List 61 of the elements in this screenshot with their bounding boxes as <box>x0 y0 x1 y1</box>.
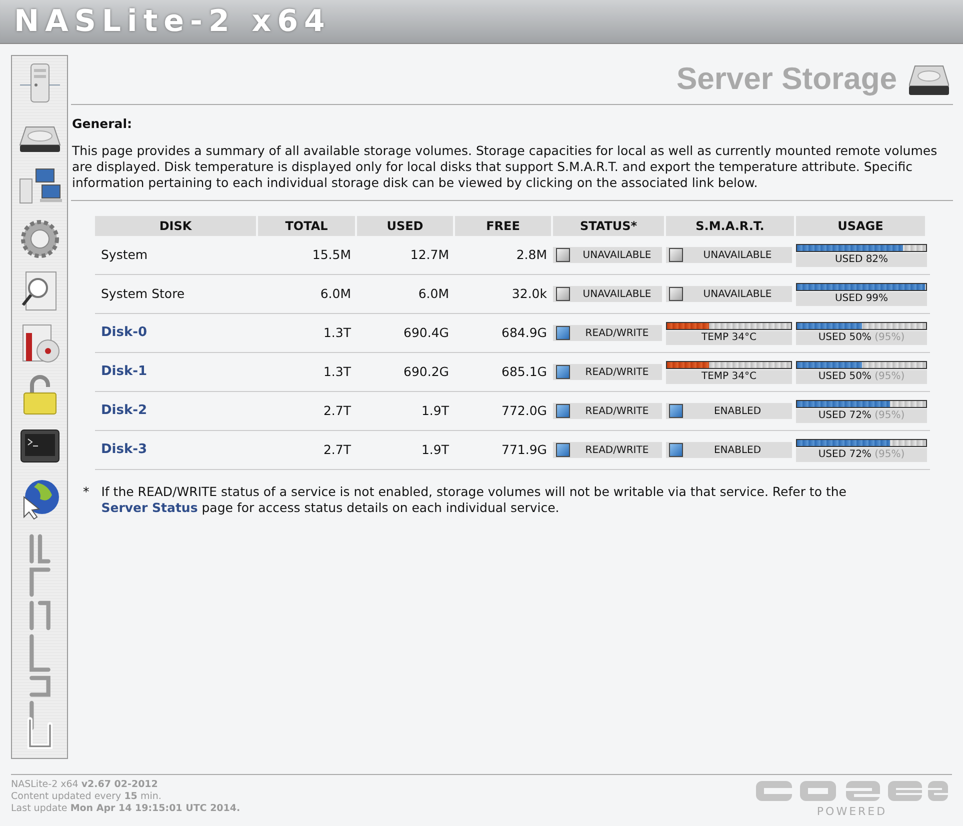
disk-link[interactable]: Disk-0 <box>101 325 148 340</box>
status-label: READ/WRITE <box>584 444 650 458</box>
disk-link[interactable]: Disk-3 <box>101 442 148 458</box>
footnote-text: If the READ/WRITE status of a service is not enabled, storage volumes will not be writable via that service. Refer to the Server Status page for access status details on each individual service. <box>101 484 848 516</box>
free-cell-text: 771.9G <box>500 440 548 459</box>
disk-link[interactable]: Disk-1 <box>101 364 148 380</box>
page-title: Server Storage <box>676 60 897 98</box>
description-text: This page provides a summary of all available storage volumes. Storage capacities for local as well as currently mounted remote volumes are displayed. Disk temperature is displayed only for local disks that support S.M.A.R.T. and export the temperature attribute. Specific information pertaining to each individual storage disk can be viewed by clicking on the associated link below. <box>72 143 938 191</box>
smart-label: ENABLED <box>712 444 762 458</box>
header-title: NASLite-2 x64 <box>14 3 331 41</box>
column-header: DISK <box>95 216 256 236</box>
total-cell-text: 2.7T <box>322 402 352 420</box>
section-heading: General: <box>72 116 133 132</box>
free-cell-text: 2.8M <box>515 246 548 264</box>
disk-name: System <box>101 246 148 262</box>
column-header: TOTAL <box>258 216 355 236</box>
used-cell-text: 12.7M <box>409 246 450 264</box>
column-header: S.M.A.R.T. <box>666 216 794 236</box>
used-cell-text: 1.9T <box>420 440 450 459</box>
free-cell-text: 32.0k <box>510 284 548 303</box>
used-cell-text: 690.4G <box>402 324 450 342</box>
used-cell-text: 6.0M <box>417 284 450 303</box>
usage-label: USED 82% <box>796 252 927 266</box>
hard-drive-icon <box>909 64 949 96</box>
status-label: UNAVAILABLE <box>582 288 652 302</box>
free-cell-text: 685.1G <box>500 362 548 381</box>
total-cell-text: 1.3T <box>322 324 352 342</box>
usage-label: USED 50% (95%) <box>796 370 927 384</box>
footer-info-text: NASLite-2 x64 v2.67 02-2012 <box>11 778 159 790</box>
free-cell-text: 684.9G <box>500 324 548 342</box>
footer-info-text: Content updated every 15 min. <box>11 790 162 802</box>
temperature-label: TEMP 34°C <box>666 330 792 344</box>
status-label: READ/WRITE <box>584 326 650 340</box>
status-label: READ/WRITE <box>584 404 650 418</box>
column-header: USAGE <box>796 216 925 236</box>
disk-name: System Store <box>101 286 185 301</box>
smart-label: UNAVAILABLE <box>702 288 773 302</box>
usage-label: USED 50% (95%) <box>796 330 927 344</box>
total-cell-text: 6.0M <box>319 284 352 303</box>
column-header: FREE <box>455 216 551 236</box>
disk-link[interactable]: Disk-2 <box>101 403 148 418</box>
smart-label: UNAVAILABLE <box>702 248 773 262</box>
powered-label: POWERED <box>816 804 888 820</box>
status-label: UNAVAILABLE <box>582 248 652 262</box>
total-cell-text: 1.3T <box>322 362 352 381</box>
footnote-mark: * <box>83 484 90 501</box>
status-label: READ/WRITE <box>584 366 650 380</box>
column-header: STATUS* <box>553 216 664 236</box>
used-cell-text: 690.2G <box>402 362 450 381</box>
free-cell-text: 772.0G <box>500 402 548 420</box>
column-header: USED <box>357 216 453 236</box>
used-cell-text: 1.9T <box>420 402 450 420</box>
footer-info-text: Last update Mon Apr 14 19:15:01 UTC 2014. <box>11 802 240 814</box>
usage-label: USED 72% (95%) <box>796 408 927 422</box>
smart-label: ENABLED <box>712 404 762 418</box>
total-cell-text: 15.5M <box>311 246 352 264</box>
server-status-link[interactable]: Server Status <box>101 500 198 515</box>
total-cell-text: 2.7T <box>322 440 352 459</box>
temperature-label: TEMP 34°C <box>666 370 792 384</box>
usage-label: USED 99% <box>796 292 927 306</box>
usage-label: USED 72% (95%) <box>796 448 927 462</box>
